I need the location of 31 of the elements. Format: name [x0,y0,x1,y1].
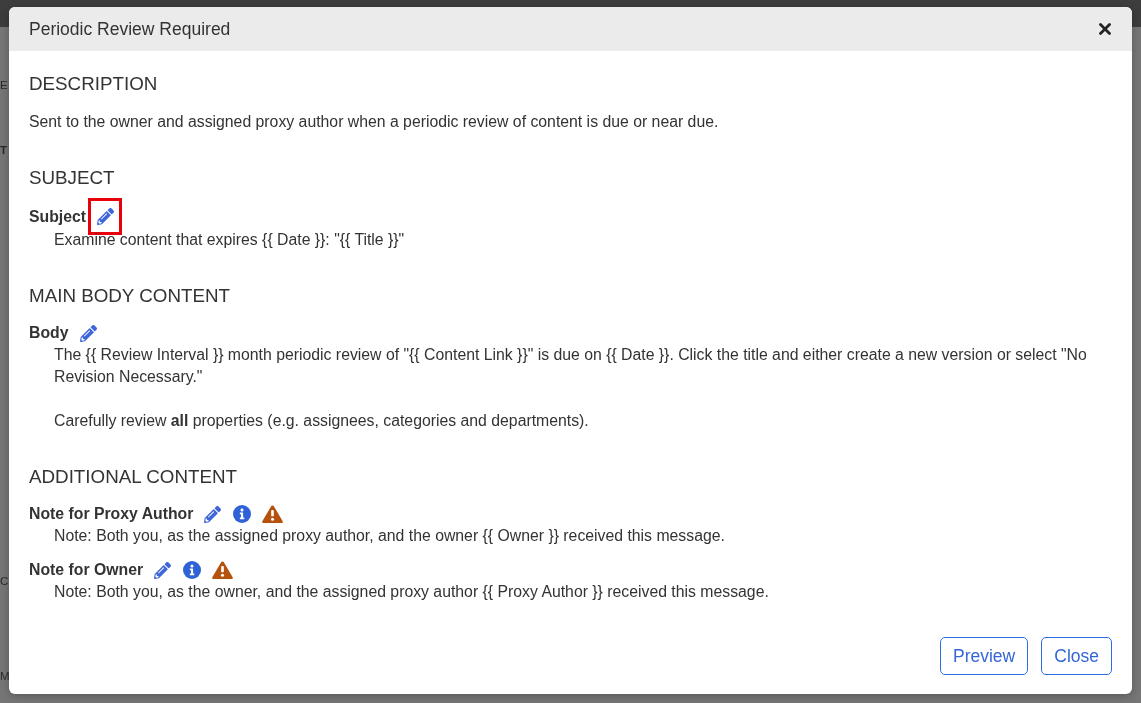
pencil-icon[interactable] [96,208,114,225]
field-label: Body [29,323,69,343]
field-label: Note for Owner [29,560,144,580]
info-icon[interactable] [233,505,252,523]
background-text: C [0,574,9,589]
section-heading: DESCRIPTION [29,72,159,96]
description-text: Sent to the owner and assigned proxy author when a periodic review of content is due or near due. [29,112,720,132]
section-heading: ADDITIONAL CONTENT [29,465,238,489]
dialog-button[interactable]: Close [1041,637,1112,675]
close-icon [1099,23,1111,35]
section-heading: MAIN BODY CONTENT [29,284,232,308]
warning-icon [262,505,284,523]
template-text: Examine content that expires {{ Date }}: "{{ Title }}" [54,230,406,250]
field-label: Note for Proxy Author [29,504,194,524]
template-text: The {{ Review Interval }} month periodic review of "{{ Content Link }}" is due on {{ Date }}. Click the title and either create a new version or select "No Revision Necessary." [54,345,1088,387]
template-text: Note: Both you, as the owner, and the assigned proxy author {{ Proxy Author }} received this message. [54,582,770,602]
pencil-icon[interactable] [154,561,172,579]
field-label: Subject [29,206,87,227]
background-text: T [0,143,8,158]
template-text: Carefully review all properties (e.g. assignees, categories and departments). [54,411,590,431]
info-icon[interactable] [183,561,202,579]
warning-icon [212,561,234,579]
dialog-button[interactable]: Preview [940,637,1029,675]
background-text: E [0,78,8,93]
close-button[interactable] [1099,23,1111,35]
pencil-icon[interactable] [79,324,97,342]
background-text: M [0,669,10,684]
pencil-icon[interactable] [204,505,222,523]
template-text: Note: Both you, as the assigned proxy author, and the owner {{ Owner }} received this message. [54,526,726,546]
dialog-title: Periodic Review Required [29,18,231,40]
section-heading: SUBJECT [29,166,116,190]
